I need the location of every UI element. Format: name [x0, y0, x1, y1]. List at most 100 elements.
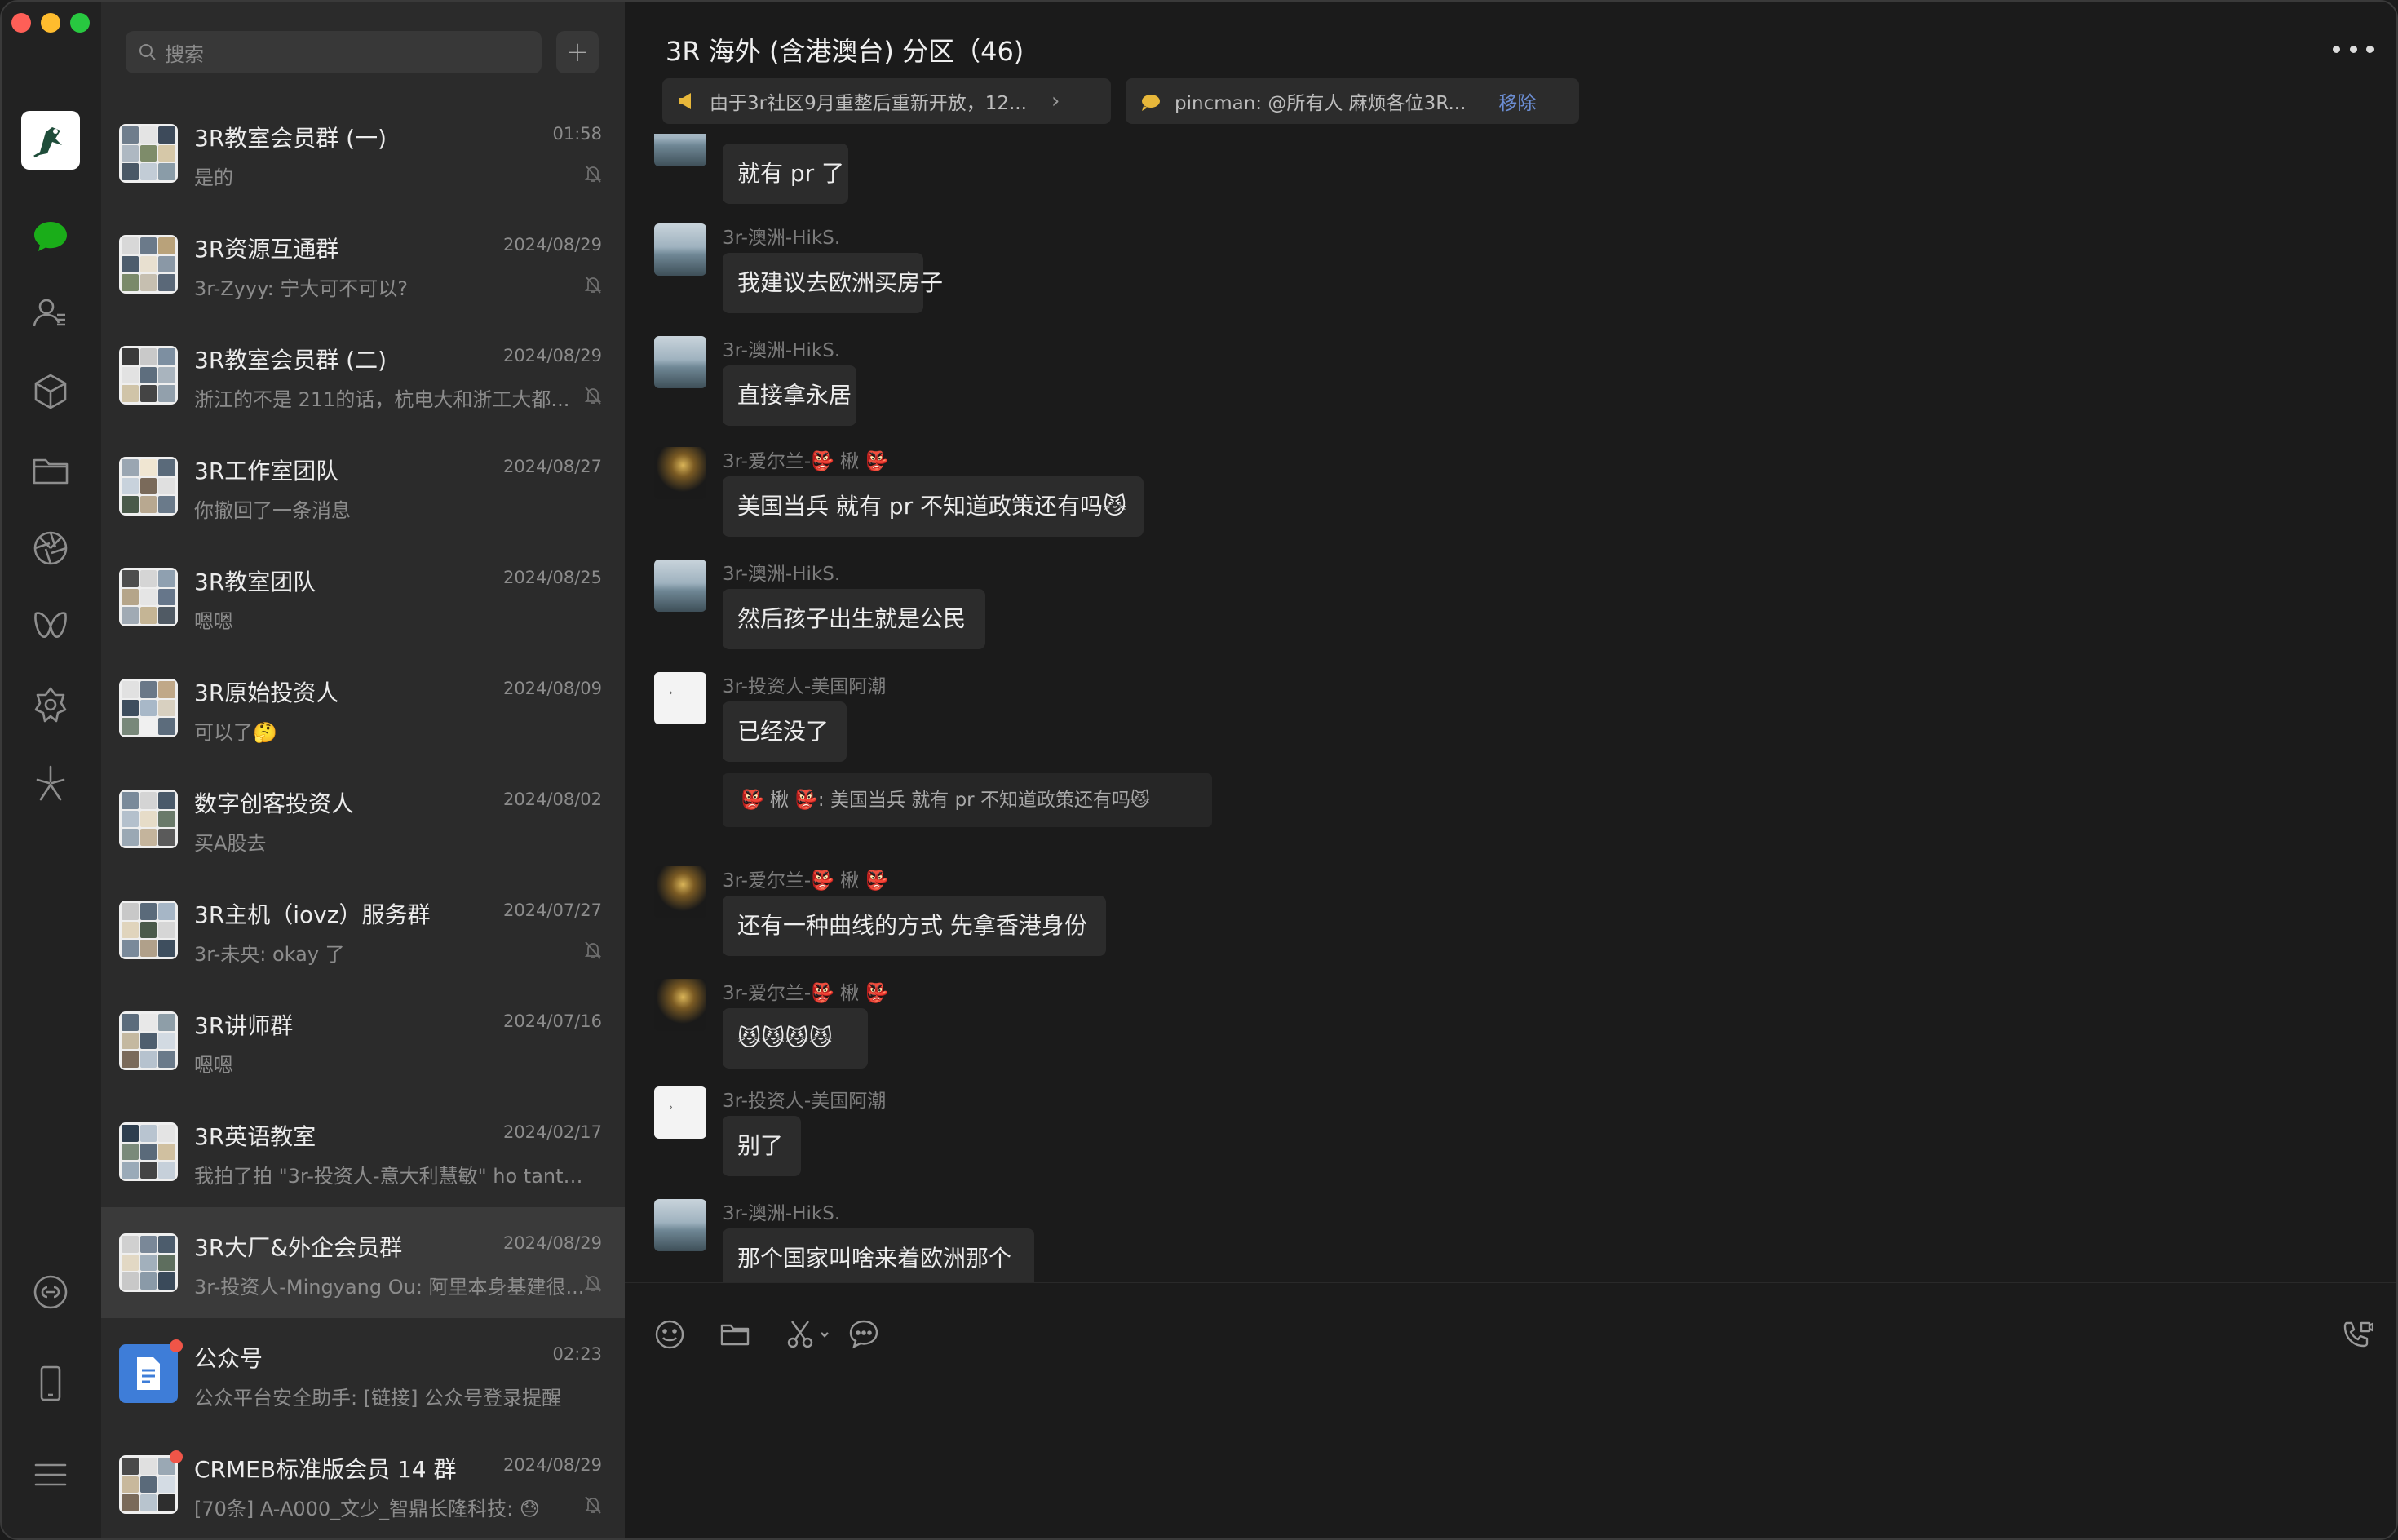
quoted-message[interactable]: 👺 楸 👺: 美国当兵 就有 pr 不知道政策还有吗😼: [723, 773, 1212, 827]
unread-dot: [170, 1339, 183, 1352]
sender-name: 3r-澳洲-HikS.: [723, 1203, 841, 1224]
conversation-name: 数字创客投资人: [194, 790, 355, 817]
conversation-avatar: [119, 457, 178, 516]
sender-name: 3r-爱尔兰-👺 楸 👺: [723, 451, 889, 472]
sender-avatar[interactable]: ›: [654, 672, 706, 724]
conversation-name: 3R原始投资人: [194, 679, 339, 706]
phone-icon[interactable]: [29, 1362, 72, 1405]
conversation-preview: 嗯嗯: [194, 1054, 233, 1077]
sender-avatar[interactable]: [654, 1199, 706, 1251]
message-bubble[interactable]: 那个国家叫啥来着欧洲那个: [723, 1228, 1034, 1282]
scissors-icon[interactable]: [781, 1316, 838, 1353]
conversation-item[interactable]: 3R教室会员群 (一) 01:58 是的: [101, 98, 625, 209]
conversation-avatar: [119, 124, 178, 183]
more-options-button[interactable]: [2333, 34, 2374, 64]
sender-avatar[interactable]: [654, 979, 706, 1031]
conversation-item[interactable]: 3R教室团队 2024/08/25 嗯嗯: [101, 542, 625, 653]
conversation-item[interactable]: 3R资源互通群 2024/08/29 3r-Zyyy: 宁大可不可以?: [101, 209, 625, 320]
remove-pin-button[interactable]: 移除: [1498, 87, 1536, 115]
conversation-item[interactable]: 3R英语教室 2024/02/17 我拍了拍 "3r-投资人-意大利慧敏" ho t…: [101, 1096, 625, 1207]
conversation-avatar: [119, 235, 178, 294]
conversation-preview: 公众平台安全助手: [链接] 公众号登录提醒: [194, 1387, 562, 1409]
conversation-time: 2024/08/02: [502, 790, 602, 809]
conversation-time: 2024/07/27: [502, 901, 602, 920]
conversation-avatar: [119, 1450, 183, 1514]
conversation-time: 2024/08/09: [502, 679, 602, 698]
sender-avatar[interactable]: [654, 560, 706, 612]
message-bubble[interactable]: 别了: [723, 1116, 801, 1176]
add-button[interactable]: +: [556, 31, 599, 73]
chat-history-icon[interactable]: [845, 1316, 883, 1353]
sender-name: 3r-投资人-美国阿潮: [723, 676, 887, 697]
message-bubble[interactable]: 还有一种曲线的方式 先拿香港身份: [723, 896, 1106, 956]
conversation-name: CRMEB标准版会员 14 群: [194, 1456, 457, 1483]
sender-avatar[interactable]: [654, 866, 706, 918]
search-input[interactable]: 搜索: [126, 31, 542, 73]
folder-icon[interactable]: [29, 449, 72, 491]
chevron-right-icon: ›: [1051, 89, 1060, 113]
conversation-time: 2024/07/16: [502, 1011, 602, 1031]
message-bubble[interactable]: 直接拿永居: [723, 365, 856, 426]
conversation-sidebar: 搜索 + 3R教室会员群 (一) 01:58 是的 3R资源互通群 2024/08/29…: [101, 2, 625, 1538]
emoji-icon[interactable]: [651, 1316, 688, 1353]
conversation-item[interactable]: 数字创客投资人 2024/08/02 买A股去: [101, 763, 625, 874]
minimize-window-button[interactable]: [41, 13, 60, 33]
message-bubble[interactable]: 我建议去欧洲买房子: [723, 253, 943, 313]
search-placeholder: 搜索: [165, 42, 204, 66]
mini-program-icon[interactable]: [29, 684, 72, 726]
message-bubble[interactable]: 美国当兵 就有 pr 不知道政策还有吗😼: [723, 476, 1144, 537]
pinned-notice-2[interactable]: pincman: @所有人 麻烦各位3R... 移除: [1126, 78, 1579, 124]
unread-dot: [170, 1450, 183, 1463]
sender-avatar[interactable]: [654, 336, 706, 388]
message-bubble[interactable]: 然后孩子出生就是公民: [723, 589, 985, 649]
folder-icon[interactable]: [716, 1316, 754, 1353]
chat-bubble-icon: [1142, 95, 1160, 111]
sender-name: 3r-爱尔兰-👺 楸 👺: [723, 983, 889, 1004]
moments-icon[interactable]: [29, 527, 72, 569]
message-bubble[interactable]: 已经没了: [723, 701, 847, 762]
search-glint-icon[interactable]: [29, 762, 72, 804]
message-bubble[interactable]: 就有 pr 了: [723, 144, 848, 204]
conversation-item[interactable]: 3R教室会员群 (二) 2024/08/29 浙江的不是 211的话，杭电大和浙工大…: [101, 320, 625, 431]
sender-name: 3r-澳洲-HikS.: [723, 228, 841, 249]
chat-title: 3R 海外 (含港澳台) 分区（46): [666, 36, 1024, 67]
menu-icon[interactable]: [29, 1454, 72, 1496]
conversation-item[interactable]: 3R讲师群 2024/07/16 嗯嗯: [101, 985, 625, 1096]
sender-avatar[interactable]: [654, 223, 706, 276]
chat-icon[interactable]: [29, 215, 72, 258]
megaphone-icon: [679, 93, 691, 109]
conversation-item[interactable]: 3R工作室团队 2024/08/27 你撤回了一条消息: [101, 431, 625, 542]
user-avatar[interactable]: [21, 111, 80, 170]
sender-avatar[interactable]: ›: [654, 1086, 706, 1139]
zoom-window-button[interactable]: [70, 13, 90, 33]
conversation-item[interactable]: 3R大厂&外企会员群 2024/08/29 3r-投资人-Mingyang Ou: …: [101, 1207, 625, 1318]
conversation-name: 3R资源互通群: [194, 236, 339, 263]
box-icon[interactable]: [29, 370, 72, 413]
conversation-name: 3R教室会员群 (一): [194, 125, 387, 152]
link-icon[interactable]: [29, 1271, 72, 1313]
conversation-list: 3R教室会员群 (一) 01:58 是的 3R资源互通群 2024/08/29 3r-Zy…: [101, 98, 625, 1538]
conversation-preview: 可以了🤔: [194, 721, 277, 744]
conversation-preview: 是的: [194, 166, 233, 189]
sender-avatar[interactable]: [654, 134, 706, 166]
conversation-name: 3R讲师群: [194, 1012, 294, 1039]
message-bubble[interactable]: 😼😼😼😼: [723, 1008, 868, 1069]
conversation-item[interactable]: 公众号 02:23 公众平台安全助手: [链接] 公众号登录提醒: [101, 1318, 625, 1429]
conversation-item[interactable]: 3R原始投资人 2024/08/09 可以了🤔: [101, 653, 625, 763]
sender-avatar[interactable]: [654, 447, 706, 499]
pinned-notice-1[interactable]: 由于3r社区9月重整后重新开放，12... ›: [662, 78, 1111, 124]
mute-bell-icon: [584, 1496, 602, 1514]
conversation-preview: 3r-未央: okay 了: [194, 943, 345, 966]
close-window-button[interactable]: [11, 13, 31, 33]
contacts-icon[interactable]: [29, 292, 72, 334]
conversation-name: 3R主机（iovz）服务群: [194, 901, 431, 928]
conversation-item[interactable]: CRMEB标准版会员 14 群 2024/08/29 [70条] A-A000_文少…: [101, 1429, 625, 1538]
conversation-preview: 3r-Zyyy: 宁大可不可以?: [194, 277, 409, 300]
channels-icon[interactable]: [29, 605, 72, 648]
conversation-name: 3R大厂&外企会员群: [194, 1234, 403, 1261]
voice-call-icon[interactable]: [2338, 1316, 2375, 1353]
wechat-window: 搜索 + 3R教室会员群 (一) 01:58 是的 3R资源互通群 2024/08/29…: [0, 0, 2398, 1540]
conversation-time: 2024/08/29: [502, 1455, 602, 1475]
conversation-item[interactable]: 3R主机（iovz）服务群 2024/07/27 3r-未央: okay 了: [101, 874, 625, 985]
conversation-preview: 买A股去: [194, 832, 267, 855]
